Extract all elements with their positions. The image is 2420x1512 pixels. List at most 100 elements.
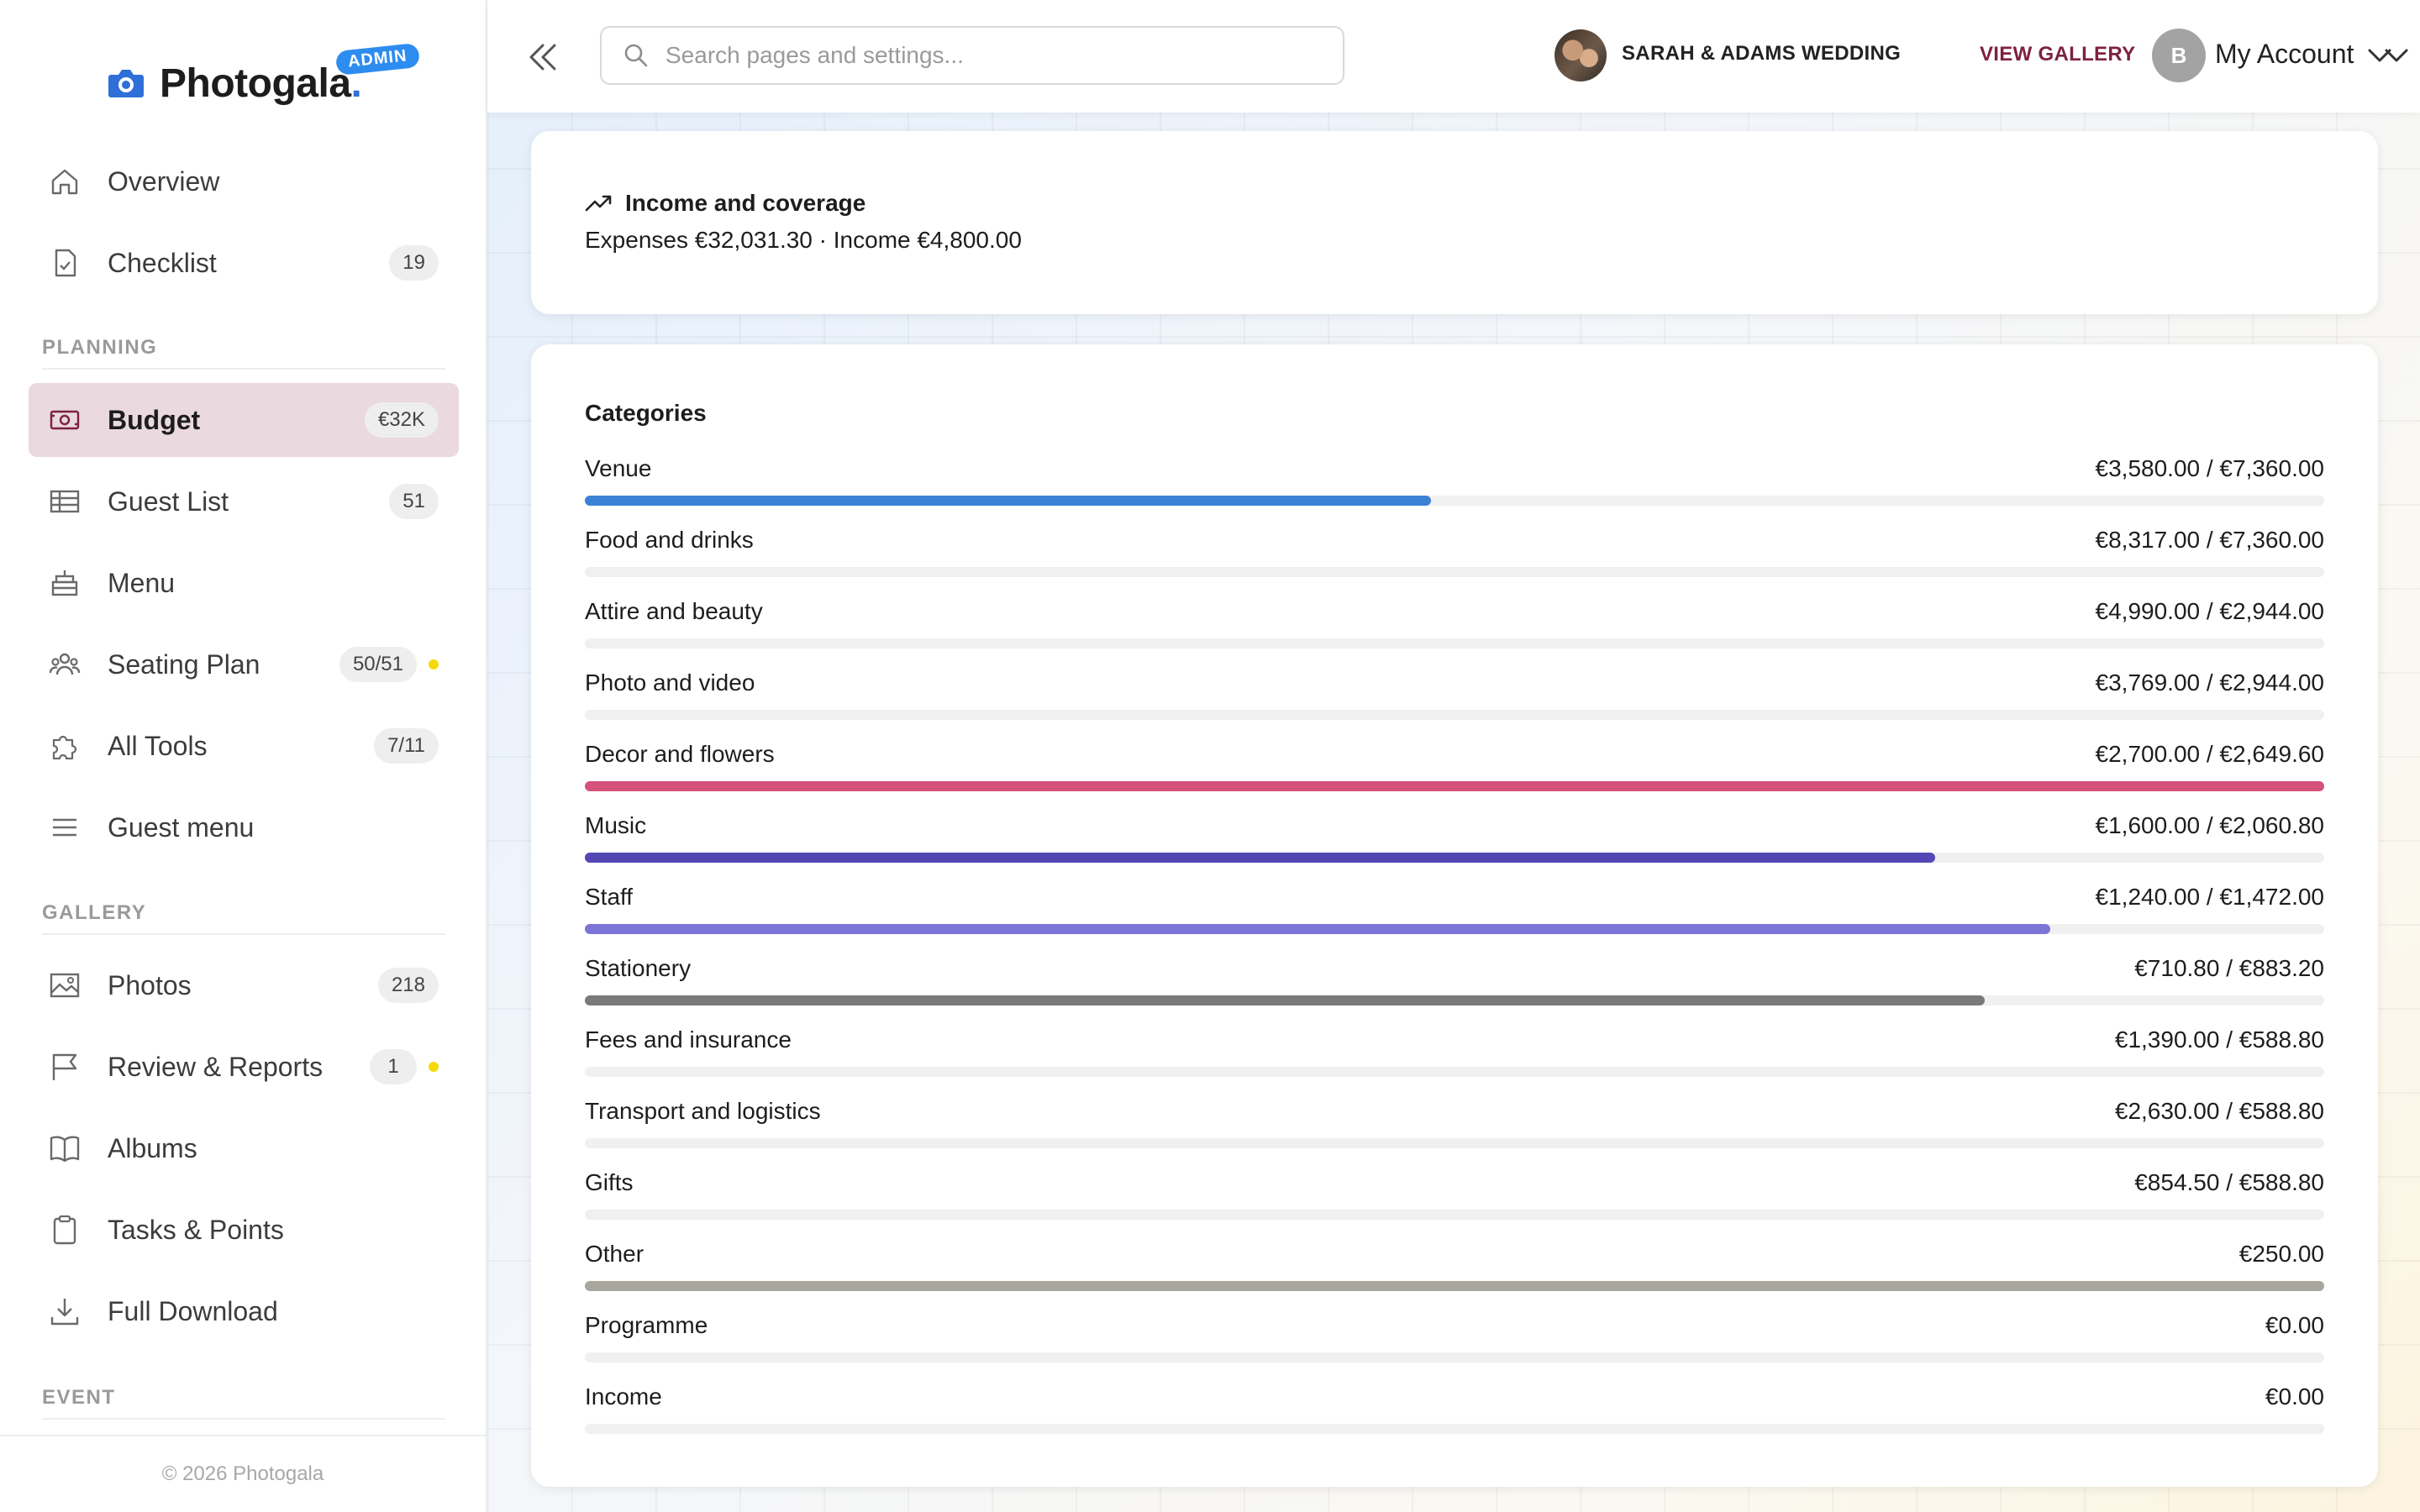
checklist-icon: [55, 249, 76, 277]
sidebar-item-full-download[interactable]: Full Download: [29, 1274, 459, 1348]
category-name: Decor and flowers: [585, 741, 775, 767]
my-account-button[interactable]: My Account: [2215, 39, 2354, 70]
category-progress-fill: [585, 995, 1985, 1005]
category-row[interactable]: Gifts €854.50 / €588.80: [585, 1169, 2324, 1228]
sidebar-item-label: Guest List: [108, 486, 229, 517]
category-progress-track: [585, 1138, 2324, 1148]
sidebar-item-label: Photos: [108, 969, 192, 1000]
category-name: Attire and beauty: [585, 598, 763, 624]
category-row[interactable]: Photo and video €3,769.00 / €2,944.00: [585, 669, 2324, 728]
category-name: Stationery: [585, 955, 692, 981]
count-badge: 7/11: [374, 728, 439, 764]
category-name: Photo and video: [585, 669, 755, 696]
category-row[interactable]: Stationery €710.80 / €883.20: [585, 955, 2324, 1014]
event-selector[interactable]: SARAH & ADAMS WEDDING: [1622, 42, 1901, 66]
category-amount: €1,600.00 / €2,060.80: [2095, 812, 2324, 838]
sidebar-item-overview[interactable]: Overview: [29, 144, 459, 218]
category-row[interactable]: Income €0.00: [585, 1383, 2324, 1442]
category-row[interactable]: Staff €1,240.00 / €1,472.00: [585, 884, 2324, 942]
sidebar-item-photos[interactable]: Photos 218: [29, 948, 459, 1022]
income-card-header: Income and coverage: [585, 190, 865, 217]
category-name: Transport and logistics: [585, 1098, 821, 1124]
category-amount: €4,990.00 / €2,944.00: [2095, 598, 2324, 624]
collapse-sidebar-button[interactable]: [519, 34, 566, 81]
category-progress-track: [585, 710, 2324, 720]
category-row[interactable]: Other €250.00: [585, 1241, 2324, 1299]
category-name: Fees and insurance: [585, 1026, 792, 1053]
main-content: SARAH & ADAMS WEDDING VIEW GALLERY B My …: [487, 0, 2420, 1512]
category-amount: €3,580.00 / €7,360.00: [2095, 455, 2324, 481]
category-amount: €710.80 / €883.20: [2134, 955, 2324, 981]
event-avatar[interactable]: [1555, 29, 1607, 81]
section-divider: [42, 368, 445, 370]
chevron-down-icon[interactable]: [2366, 44, 2393, 67]
category-progress-track: [585, 995, 2324, 1005]
category-progress-fill: [585, 1281, 2324, 1291]
sidebar-item-seating-plan[interactable]: Seating Plan 50/51: [29, 627, 459, 701]
category-amount: €0.00: [2265, 1312, 2324, 1338]
sidebar-item-label: Tasks & Points: [108, 1214, 284, 1245]
count-badge: 218: [377, 968, 439, 1003]
category-progress-track: [585, 638, 2324, 648]
notification-dot: [429, 659, 439, 669]
sidebar-footer: © 2026 Photogala: [0, 1435, 486, 1512]
admin-badge: ADMIN: [334, 42, 420, 76]
flag-icon: [52, 1053, 77, 1080]
sidebar-item-tasks-points[interactable]: Tasks & Points: [29, 1193, 459, 1267]
sidebar-item-guest-menu[interactable]: Guest menu: [29, 790, 459, 864]
sidebar-item-checklist[interactable]: Checklist 19: [29, 226, 459, 300]
search-box[interactable]: [600, 26, 1344, 85]
category-name: Food and drinks: [585, 527, 754, 553]
view-gallery-link[interactable]: VIEW GALLERY: [1980, 43, 2135, 66]
image-icon: [50, 973, 80, 998]
category-amount: €250.00: [2238, 1241, 2324, 1267]
category-progress-track: [585, 924, 2324, 934]
double-chevron-left-icon: [529, 44, 556, 71]
sidebar-item-label: Albums: [108, 1132, 197, 1163]
brand-name: Photogala.: [160, 60, 362, 106]
sidebar-item-label: Checklist: [108, 247, 217, 278]
book-icon: [50, 1136, 80, 1163]
brand-logo[interactable]: Photogala.: [106, 54, 362, 113]
category-progress-track: [585, 1424, 2324, 1434]
people-icon: [49, 653, 81, 675]
count-badge: 51: [389, 484, 439, 519]
category-row[interactable]: Venue €3,580.00 / €7,360.00: [585, 455, 2324, 514]
sidebar: Photogala. ADMIN Overview Checklist 19 P…: [0, 0, 487, 1512]
sidebar-item-review-reports[interactable]: Review & Reports 1: [29, 1030, 459, 1104]
money-icon: [50, 410, 80, 430]
category-row[interactable]: Music €1,600.00 / €2,060.80: [585, 812, 2324, 871]
category-progress-track: [585, 1067, 2324, 1077]
search-input[interactable]: [666, 42, 1321, 69]
clipboard-icon: [53, 1215, 76, 1245]
category-amount: €854.50 / €588.80: [2134, 1169, 2324, 1195]
sidebar-item-guest-list[interactable]: Guest List 51: [29, 465, 459, 538]
category-amount: €2,630.00 / €588.80: [2114, 1098, 2324, 1124]
hamburger-icon: [53, 818, 76, 837]
sidebar-item-label: Full Download: [108, 1295, 278, 1326]
account-avatar[interactable]: B: [2152, 29, 2206, 82]
category-row[interactable]: Food and drinks €8,317.00 / €7,360.00: [585, 527, 2324, 585]
category-row[interactable]: Decor and flowers €2,700.00 / €2,649.60: [585, 741, 2324, 800]
category-progress-fill: [585, 853, 1936, 863]
trending-up-icon: [585, 195, 612, 212]
category-progress-track: [585, 853, 2324, 863]
category-progress-fill: [585, 496, 1431, 506]
category-row[interactable]: Programme €0.00: [585, 1312, 2324, 1371]
section-divider: [42, 1418, 445, 1420]
sidebar-item-all-tools[interactable]: All Tools 7/11: [29, 709, 459, 783]
sidebar-item-albums[interactable]: Albums: [29, 1111, 459, 1185]
category-amount: €2,700.00 / €2,649.60: [2095, 741, 2324, 767]
category-progress-fill: [585, 924, 2050, 934]
count-badge: 50/51: [339, 647, 417, 682]
category-row[interactable]: Attire and beauty €4,990.00 / €2,944.00: [585, 598, 2324, 657]
sidebar-item-budget[interactable]: Budget €32K: [29, 383, 459, 457]
category-row[interactable]: Fees and insurance €1,390.00 / €588.80: [585, 1026, 2324, 1085]
sidebar-item-menu[interactable]: Menu: [29, 546, 459, 620]
category-amount: €1,240.00 / €1,472.00: [2095, 884, 2324, 910]
section-label-gallery: GALLERY: [42, 901, 147, 924]
category-row[interactable]: Transport and logistics €2,630.00 / €588.…: [585, 1098, 2324, 1157]
category-name: Other: [585, 1241, 644, 1267]
count-badge: 1: [370, 1049, 417, 1084]
sidebar-item-label: Menu: [108, 567, 176, 598]
